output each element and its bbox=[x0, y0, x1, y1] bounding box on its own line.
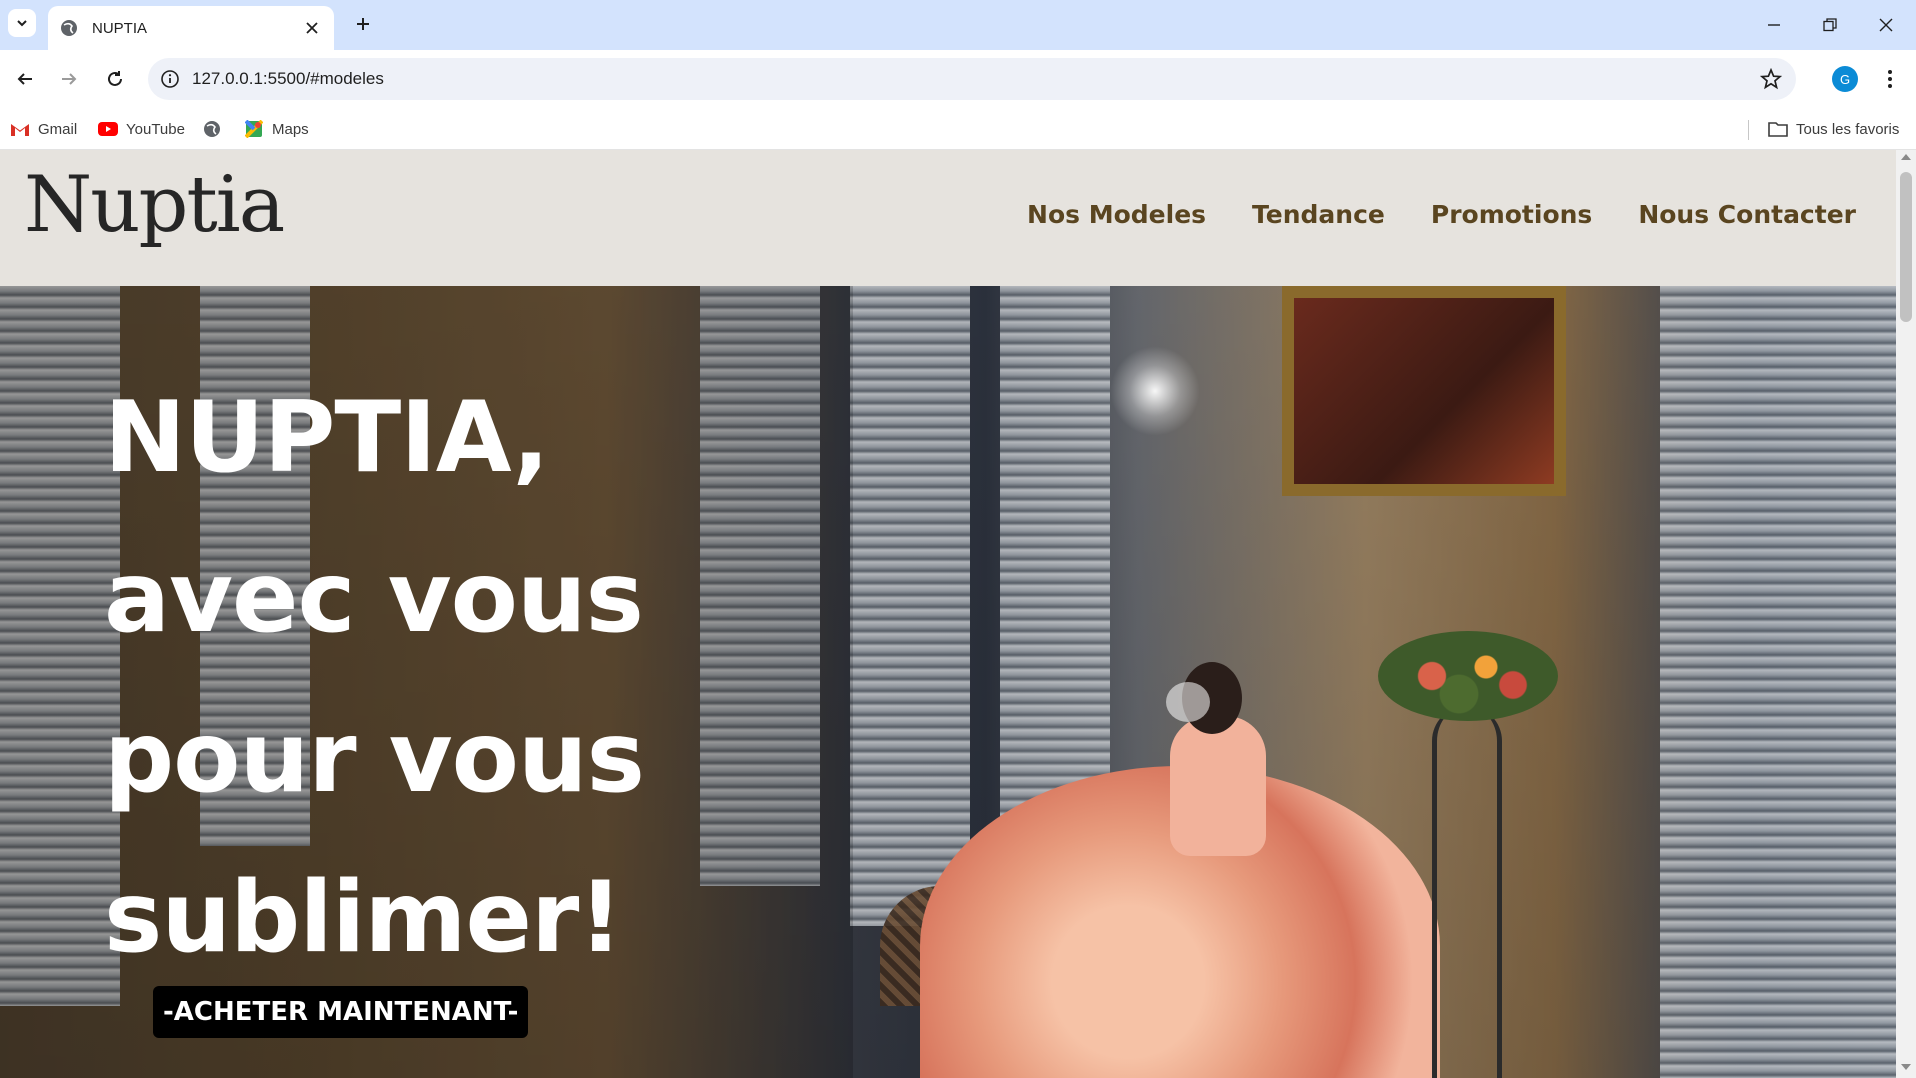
browser-menu-button[interactable] bbox=[1876, 65, 1904, 93]
more-vertical-icon bbox=[1888, 70, 1892, 88]
arrow-right-icon bbox=[62, 73, 77, 85]
bookmark-label: Maps bbox=[272, 120, 309, 138]
page-scrollbar[interactable] bbox=[1896, 150, 1916, 1078]
arrow-left-icon bbox=[17, 73, 32, 85]
bookmark-youtube[interactable]: YouTube bbox=[98, 116, 185, 142]
all-bookmarks-label: Tous les favoris bbox=[1796, 120, 1900, 138]
hero-heading-line: sublimer! bbox=[104, 861, 623, 975]
main-nav: Nos Modeles Tendance Promotions Nous Con… bbox=[1027, 200, 1856, 229]
hero-section: NUPTIA, avec vous pour vous sublimer! -A… bbox=[0, 286, 1896, 1078]
tab-search-button[interactable] bbox=[8, 9, 36, 37]
bookmark-label: YouTube bbox=[126, 120, 185, 138]
bookmarks-separator bbox=[1748, 120, 1749, 140]
back-button[interactable] bbox=[10, 64, 40, 94]
bookmark-star-icon[interactable] bbox=[1760, 68, 1782, 90]
youtube-icon bbox=[98, 119, 118, 139]
nav-link-nous-contacter[interactable]: Nous Contacter bbox=[1638, 200, 1856, 229]
chevron-down-icon bbox=[17, 20, 27, 27]
nav-link-nos-modeles[interactable]: Nos Modeles bbox=[1027, 200, 1206, 229]
bookmark-maps[interactable]: Maps bbox=[244, 116, 309, 142]
bookmark-gmail[interactable]: Gmail bbox=[10, 116, 77, 142]
close-icon bbox=[1879, 18, 1893, 32]
new-tab-button[interactable] bbox=[350, 11, 376, 37]
browser-toolbar: 127.0.0.1:5500/#modeles G bbox=[0, 50, 1916, 108]
site-header: Nuptia Nos Modeles Tendance Promotions N… bbox=[0, 150, 1896, 286]
forward-button[interactable] bbox=[54, 64, 84, 94]
hero-heading-line: avec vous bbox=[104, 541, 644, 655]
minimize-button[interactable] bbox=[1746, 0, 1802, 50]
scroll-down-arrow-icon[interactable] bbox=[1901, 1064, 1911, 1070]
restore-icon bbox=[1823, 18, 1837, 32]
all-bookmarks-folder[interactable]: Tous les favoris bbox=[1768, 116, 1899, 142]
maps-icon bbox=[244, 119, 264, 139]
hero-heading-line: pour vous bbox=[104, 701, 645, 815]
bookmarks-bar: Gmail YouTube Maps Tous les favoris bbox=[0, 108, 1916, 150]
nav-link-tendance[interactable]: Tendance bbox=[1252, 200, 1385, 229]
plus-icon bbox=[357, 18, 369, 30]
folder-icon bbox=[1768, 119, 1788, 139]
address-url[interactable]: 127.0.0.1:5500/#modeles bbox=[192, 69, 384, 89]
profile-avatar[interactable]: G bbox=[1832, 66, 1858, 92]
site-info-icon[interactable] bbox=[160, 69, 180, 89]
buy-now-button[interactable]: -ACHETER MAINTENANT- bbox=[153, 986, 529, 1038]
page-viewport: Nuptia Nos Modeles Tendance Promotions N… bbox=[0, 150, 1916, 1078]
globe-icon bbox=[202, 119, 222, 139]
restore-button[interactable] bbox=[1802, 0, 1858, 50]
browser-tab-active[interactable]: NUPTIA bbox=[48, 6, 334, 50]
close-window-button[interactable] bbox=[1858, 0, 1914, 50]
minimize-icon bbox=[1768, 24, 1780, 26]
scroll-up-arrow-icon[interactable] bbox=[1901, 154, 1911, 160]
bookmark-label: Gmail bbox=[38, 120, 78, 138]
scrollbar-thumb[interactable] bbox=[1900, 172, 1912, 322]
gmail-icon bbox=[10, 119, 30, 139]
site-logo[interactable]: Nuptia bbox=[24, 160, 285, 250]
tab-title: NUPTIA bbox=[92, 19, 148, 37]
address-bar[interactable]: 127.0.0.1:5500/#modeles bbox=[148, 58, 1796, 100]
reload-button[interactable] bbox=[100, 64, 130, 94]
browser-tab-strip: NUPTIA bbox=[0, 0, 1916, 50]
hero-heading-line: NUPTIA, bbox=[104, 381, 550, 495]
hero-heading: NUPTIA, avec vous pour vous sublimer! bbox=[104, 358, 864, 998]
nav-link-promotions[interactable]: Promotions bbox=[1431, 200, 1592, 229]
globe-icon bbox=[61, 20, 77, 36]
tab-close-icon[interactable] bbox=[302, 18, 322, 38]
reload-icon bbox=[108, 71, 122, 86]
bookmark-globe[interactable] bbox=[202, 116, 230, 142]
